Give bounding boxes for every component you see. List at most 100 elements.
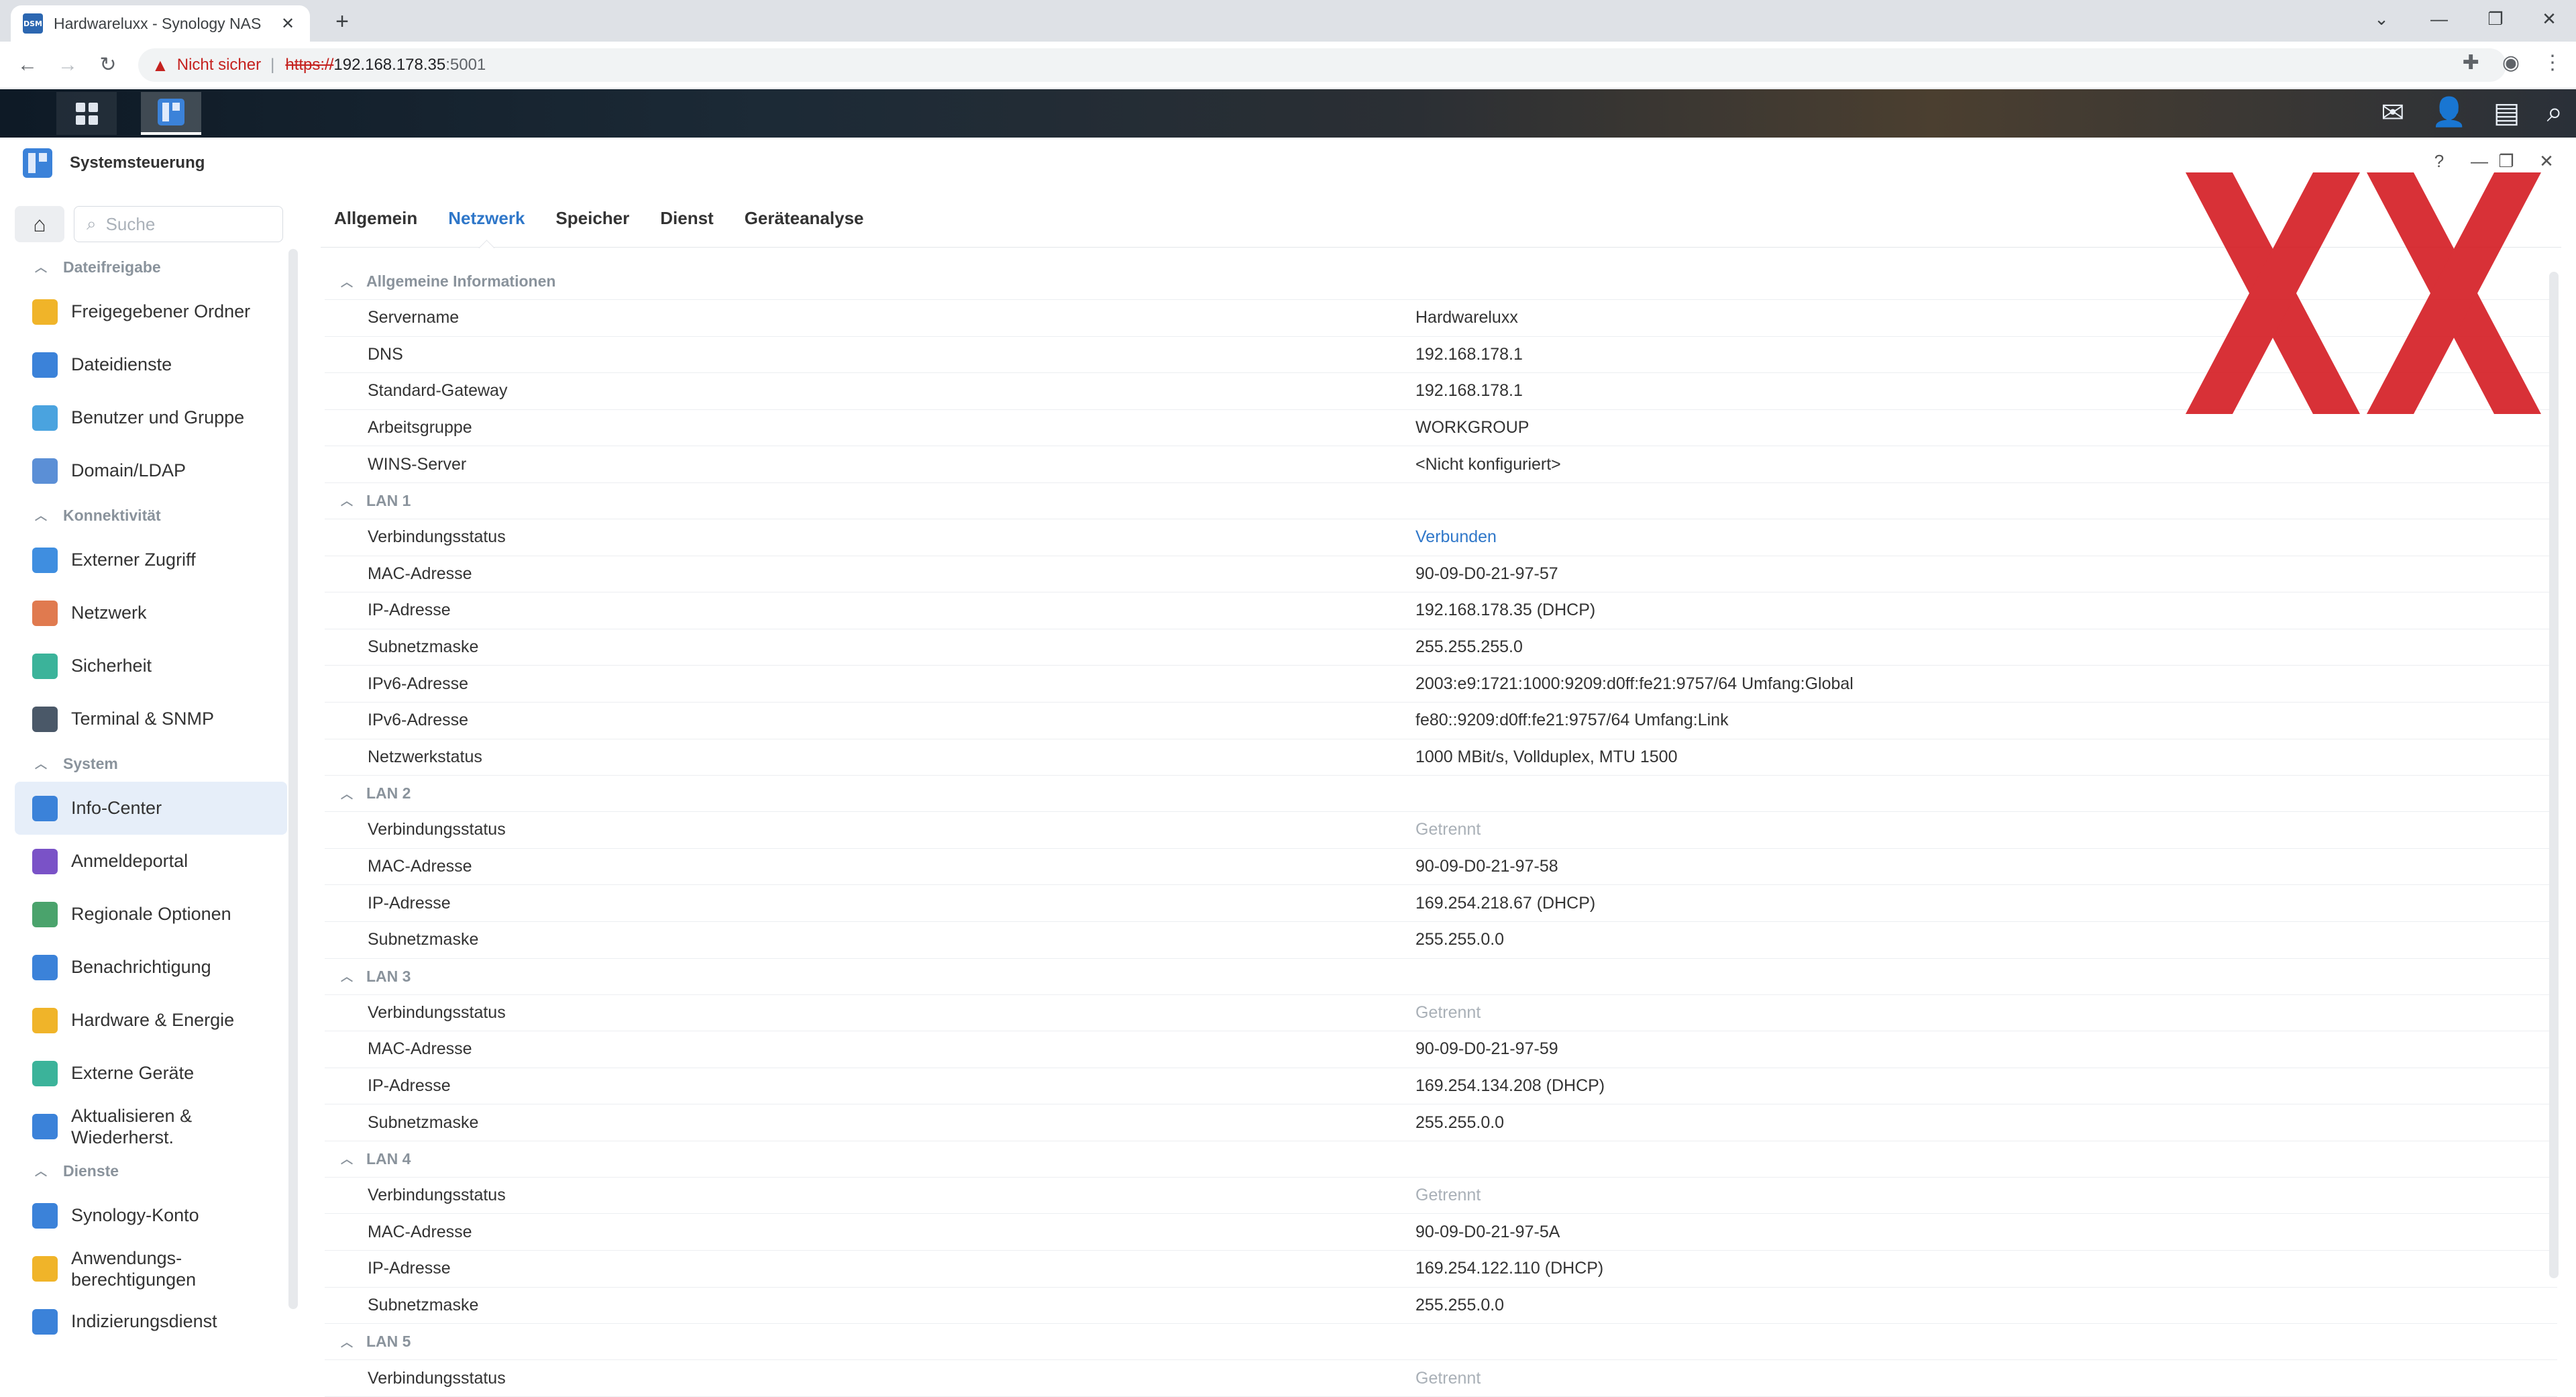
row-key: Verbindungsstatus — [368, 1368, 506, 1388]
back-button[interactable]: ← — [12, 50, 43, 81]
not-secure-label[interactable]: Nicht sicher — [177, 56, 261, 74]
group-header-lan-3[interactable]: ︿ LAN 3 — [325, 959, 2557, 995]
address-bar[interactable]: ▲ Nicht sicher | https:// 192.168.178.35… — [138, 48, 2506, 82]
reload-button[interactable]: ↻ — [93, 50, 123, 81]
home-button[interactable]: ⌂ — [15, 206, 64, 242]
group-header-lan-1[interactable]: ︿ LAN 1 — [325, 483, 2557, 519]
sidebar-item-terminal-snmp[interactable]: Terminal & SNMP — [15, 692, 287, 745]
row-key: WINS-Server — [368, 454, 467, 474]
minimize-window-button[interactable]: — — [2412, 0, 2466, 38]
sidebar-item-externe-geräte[interactable]: Externe Geräte — [15, 1047, 287, 1100]
row-key: IPv6-Adresse — [368, 711, 469, 730]
sidebar-section-header[interactable]: ︿ Dienste — [0, 1153, 290, 1189]
sidebar-item-externer-zugriff[interactable]: Externer Zugriff — [15, 533, 287, 586]
row-key: IP-Adresse — [368, 601, 451, 620]
close-icon[interactable]: ✕ — [2533, 151, 2560, 172]
sidebar-item-hardware-energie[interactable]: Hardware & Energie — [15, 994, 287, 1047]
sidebar-item-anmeldeportal[interactable]: Anmeldeportal — [15, 835, 287, 888]
sidebar-item-benachrichtigung[interactable]: Benachrichtigung — [15, 941, 287, 994]
sidebar-item-synology-konto[interactable]: Synology-Konto — [15, 1189, 287, 1242]
sidebar-section-header[interactable]: ︿ Konnektivität — [0, 497, 290, 533]
notification-icon[interactable]: ✉ — [2381, 96, 2404, 129]
table-row: Verbindungsstatus Verbunden — [325, 519, 2557, 556]
sidebar-section-header[interactable]: ︿ Dateifreigabe — [0, 249, 290, 285]
sidebar-item-anwendungs-berechtigungen[interactable]: Anwendungs-berechtigungen — [15, 1242, 287, 1295]
row-value: 1000 MBit/s, Vollduplex, MTU 1500 — [1415, 747, 1678, 766]
extensions-icon[interactable]: ✚ — [2463, 51, 2479, 74]
indizierungsdienst-icon — [32, 1308, 58, 1335]
toolbar-icons: ✚ ◉ ⋮ — [2463, 51, 2563, 74]
group-header-lan-4[interactable]: ︿ LAN 4 — [325, 1141, 2557, 1178]
sidebar-item-regionale-optionen[interactable]: Regionale Optionen — [15, 888, 287, 941]
sidebar-item-label: Terminal & SNMP — [71, 709, 215, 729]
tab-dienst[interactable]: Dienst — [660, 189, 713, 248]
sidebar-item-freigegebener-ordner[interactable]: Freigegebener Ordner — [15, 285, 287, 338]
restore-window-button[interactable]: ❐ — [2469, 0, 2522, 38]
taskbar-control-panel-button[interactable] — [141, 92, 201, 135]
close-window-button[interactable]: ✕ — [2522, 0, 2576, 38]
externe-geräte-icon — [32, 1060, 58, 1086]
minimize-icon[interactable]: — — [2466, 151, 2493, 172]
search-icon[interactable]: ⌕ — [2546, 96, 2563, 129]
table-row: IPv6-Adresse 2003:e9:1721:1000:9209:d0ff:… — [325, 666, 2557, 703]
sidebar-item-label: Anwendungs-berechtigungen — [71, 1247, 197, 1290]
sidebar-item-dateidienste[interactable]: Dateidienste — [15, 338, 287, 391]
status-link[interactable]: Verbunden — [1415, 527, 1497, 547]
group-header-lan-5[interactable]: ︿ LAN 5 — [325, 1324, 2557, 1361]
group-title: LAN 4 — [366, 1149, 411, 1168]
sidebar-item-benutzer-und-gruppe[interactable]: Benutzer und Gruppe — [15, 391, 287, 444]
chevron-up-icon: ︿ — [341, 1335, 353, 1349]
tab-allgemein[interactable]: Allgemein — [334, 189, 417, 248]
tab-search-chevron-icon[interactable]: ⌄ — [2355, 0, 2408, 38]
sidebar-item-indizierungsdienst[interactable]: Indizierungsdienst — [15, 1295, 287, 1348]
tab-geräteanalyse[interactable]: Geräteanalyse — [745, 189, 864, 248]
sidebar-item-label: Regionale Optionen — [71, 904, 231, 924]
sidebar-search[interactable]: ⌕ — [74, 206, 283, 242]
row-key: Subnetzmaske — [368, 1295, 479, 1314]
browser-tab[interactable]: DSM Hardwareluxx - Synology NAS ✕ — [11, 5, 310, 42]
control-panel-icon — [23, 148, 52, 178]
sidebar-item-label: Sicherheit — [71, 656, 152, 676]
sidebar-item-netzwerk[interactable]: Netzwerk — [15, 586, 287, 639]
help-icon[interactable]: ? — [2426, 151, 2453, 172]
aktualisieren-wiederherst-icon — [32, 1113, 58, 1139]
close-tab-icon[interactable]: ✕ — [278, 14, 298, 34]
row-key: Arbeitsgruppe — [368, 418, 472, 437]
sidebar-item-label: Benutzer und Gruppe — [71, 407, 245, 427]
new-tab-button[interactable]: + — [329, 8, 356, 35]
sidebar-scrollbar[interactable] — [288, 249, 298, 1309]
sidebar-item-info-center[interactable]: Info-Center — [15, 782, 287, 835]
terminal-snmp-icon — [32, 706, 58, 732]
sidebar-item-sicherheit[interactable]: Sicherheit — [15, 639, 287, 692]
tab-netzwerk[interactable]: Netzwerk — [448, 189, 525, 248]
sidebar-item-domain-ldap[interactable]: Domain/LDAP — [15, 444, 287, 497]
sidebar-section-label: Konnektivität — [63, 506, 161, 524]
widgets-icon[interactable]: ▤ — [2493, 96, 2520, 129]
sidebar-item-aktualisieren-wiederherst[interactable]: Aktualisieren & Wiederherst. — [15, 1100, 287, 1153]
profile-icon[interactable]: ◉ — [2502, 51, 2520, 74]
row-value: Getrennt — [1415, 1368, 1481, 1388]
warning-icon: ▲ — [152, 54, 169, 75]
tab-speicher[interactable]: Speicher — [555, 189, 629, 248]
apps-grid-icon — [75, 102, 98, 125]
sidebar-nav: ︿ Dateifreigabe Freigegebener Ordner Dateid… — [0, 249, 290, 1348]
main-menu-button[interactable] — [56, 92, 117, 135]
sidebar-section-header[interactable]: ︿ System — [0, 745, 290, 782]
table-row: Subnetzmaske 255.255.255.0 — [325, 629, 2557, 666]
table-row: IP-Adresse 169.254.218.67 (DHCP) — [325, 885, 2557, 922]
forward-button[interactable]: → — [52, 50, 83, 81]
search-icon: ⌕ — [87, 213, 97, 234]
row-key: MAC-Adresse — [368, 1222, 472, 1241]
user-icon[interactable]: 👤 — [2431, 96, 2466, 129]
menu-icon[interactable]: ⋮ — [2542, 51, 2563, 74]
chevron-up-icon: ︿ — [35, 1165, 47, 1178]
chevron-up-icon: ︿ — [35, 509, 47, 523]
restore-icon[interactable]: ❐ — [2493, 151, 2520, 172]
chevron-up-icon: ︿ — [35, 261, 47, 274]
search-input[interactable] — [105, 213, 254, 235]
content-scrollbar[interactable] — [2549, 272, 2559, 1278]
netzwerk-icon — [32, 600, 58, 626]
group-header-lan-2[interactable]: ︿ LAN 2 — [325, 776, 2557, 813]
anmeldeportal-icon — [32, 848, 58, 874]
row-key: Subnetzmaske — [368, 637, 479, 657]
